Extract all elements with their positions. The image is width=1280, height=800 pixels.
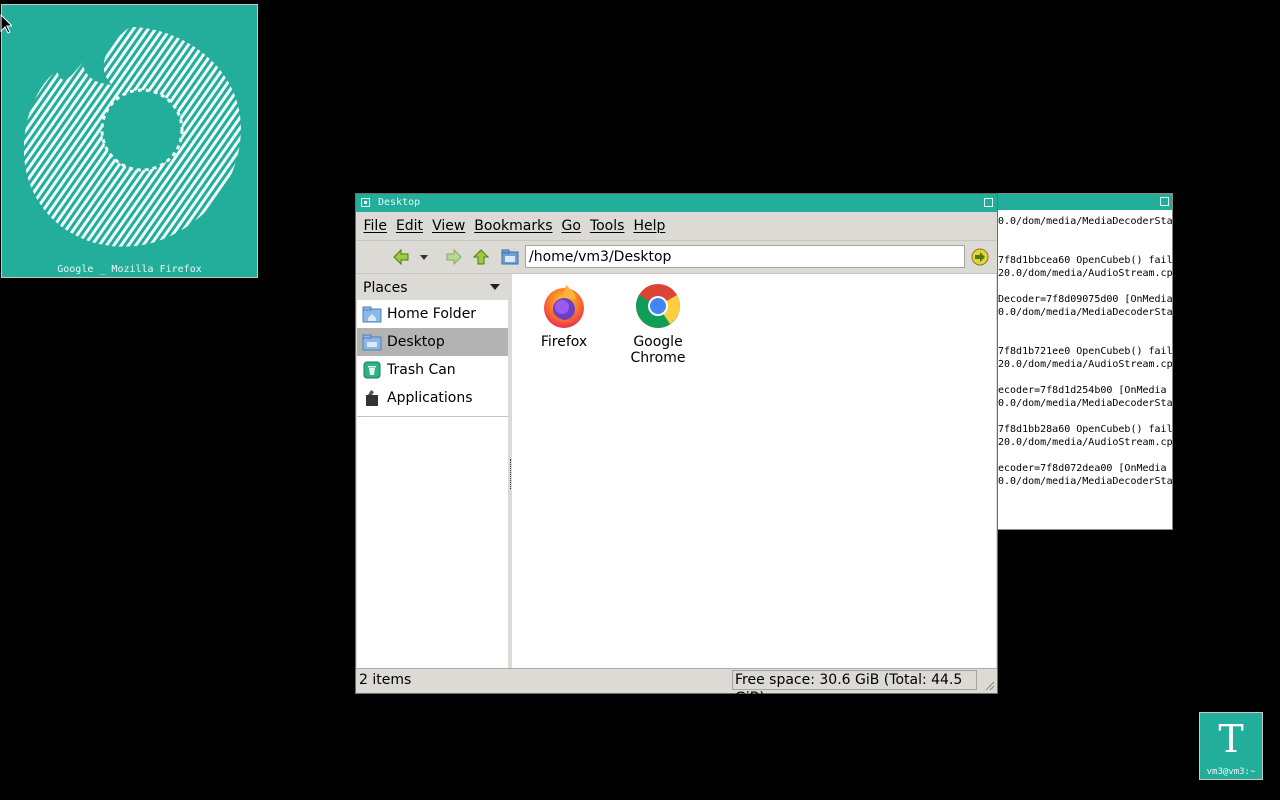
home-folder-icon: [362, 306, 382, 323]
maximize-icon[interactable]: [984, 198, 993, 207]
desktop-folder-icon: [362, 334, 382, 351]
menu-file[interactable]: File: [359, 218, 391, 234]
menu-tools[interactable]: Tools: [585, 218, 629, 234]
file-item-google-chrome[interactable]: Google Chrome: [618, 282, 698, 366]
firefox-minimized-icon[interactable]: Google _ Mozilla Firefox: [1, 4, 258, 278]
file-view[interactable]: Firefox Google Chrome: [512, 274, 996, 670]
terminal-line: 0.0/dom/media/MediaDecoderSta: [998, 476, 1173, 487]
terminal-titlebar[interactable]: [998, 194, 1172, 210]
place-home-folder[interactable]: Home Folder: [357, 300, 508, 328]
terminal-minimized-icon[interactable]: T vm3@vm3:~: [1199, 712, 1263, 780]
terminal-output: 0.0/dom/media/MediaDecoderSta 7f8d1bbcea…: [998, 210, 1172, 488]
mouse-cursor-icon: [0, 14, 12, 34]
terminal-line: 0.0/dom/media/MediaDecoderSta: [998, 216, 1173, 227]
file-item-firefox[interactable]: Firefox: [524, 282, 604, 350]
place-trash-can[interactable]: Trash Can: [357, 356, 508, 384]
trash-icon: [363, 361, 381, 379]
terminal-window[interactable]: 0.0/dom/media/MediaDecoderSta 7f8d1bbcea…: [997, 193, 1173, 530]
places-header[interactable]: Places: [357, 274, 508, 300]
file-label: Google Chrome: [630, 334, 686, 366]
go-arrow-icon[interactable]: [971, 248, 989, 266]
menu-help[interactable]: Help: [629, 218, 670, 234]
place-label: Trash Can: [387, 362, 456, 378]
forward-arrow-icon[interactable]: [445, 248, 463, 266]
file-label: Firefox: [540, 334, 588, 350]
menu-view[interactable]: View: [428, 218, 470, 234]
terminal-glyph-icon: T: [1218, 717, 1244, 761]
terminal-line: 7f8d1bb28a60 OpenCubeb() fail: [998, 424, 1173, 435]
place-applications[interactable]: Applications: [357, 384, 508, 412]
item-count: 2 items: [359, 672, 412, 688]
file-manager-window[interactable]: Desktop File Edit View Bookmarks Go Tool…: [355, 193, 998, 706]
free-space: Free space: 30.6 GiB (Total: 44.5 GiB): [732, 670, 977, 706]
place-label: Desktop: [387, 334, 445, 350]
maximize-icon[interactable]: [1160, 197, 1169, 206]
terminal-line: 0.0/dom/media/MediaDecoderSta: [998, 307, 1173, 318]
toolbar: [356, 240, 997, 274]
places-sidebar: Places Home Folder Desktop Trash Can App…: [357, 274, 508, 670]
history-dropdown-icon[interactable]: [418, 248, 430, 266]
window-title: Desktop: [378, 197, 421, 208]
sidebar-divider: [357, 416, 508, 417]
chevron-down-icon[interactable]: [490, 283, 500, 291]
terminal-line: ecoder=7f8d1d254b00 [OnMedia: [998, 385, 1167, 396]
place-desktop[interactable]: Desktop: [357, 328, 508, 356]
terminal-line: 0.0/dom/media/MediaDecoderSta: [998, 398, 1173, 409]
up-arrow-icon[interactable]: [472, 248, 490, 266]
location-input[interactable]: [525, 245, 965, 268]
places-label: Places: [363, 280, 408, 296]
terminal-line: 7f8d1b721ee0 OpenCubeb() fail: [998, 346, 1173, 357]
firefox-icon: [544, 285, 584, 328]
place-label: Home Folder: [387, 306, 477, 322]
back-arrow-icon[interactable]: [392, 248, 410, 266]
chrome-icon: [636, 284, 680, 328]
menu-edit[interactable]: Edit: [391, 218, 427, 234]
menu-bar: File Edit View Bookmarks Go Tools Help: [356, 212, 997, 240]
terminal-line: ecoder=7f8d072dea00 [OnMedia: [998, 463, 1167, 474]
terminal-line: 20.0/dom/media/AudioStream.cp: [998, 268, 1173, 279]
window-titlebar[interactable]: Desktop: [356, 194, 997, 212]
firefox-minimized-label: Google _ Mozilla Firefox: [57, 264, 202, 275]
terminal-line: 20.0/dom/media/AudioStream.cp: [998, 437, 1173, 448]
terminal-minimized-label: vm3@vm3:~: [1206, 767, 1256, 777]
terminal-line: 20.0/dom/media/AudioStream.cp: [998, 359, 1173, 370]
folder-location-icon[interactable]: [501, 248, 519, 266]
applications-icon: [366, 390, 378, 406]
terminal-line: 7f8d1bbcea60 OpenCubeb() fail: [998, 255, 1173, 266]
menu-bookmarks[interactable]: Bookmarks: [470, 218, 557, 234]
window-menu-icon[interactable]: [361, 198, 370, 207]
firefox-logo-icon: [23, 27, 241, 247]
menu-go[interactable]: Go: [557, 218, 585, 234]
terminal-line: Decoder=7f8d09075d00 [OnMedia: [998, 294, 1173, 305]
place-label: Applications: [387, 390, 473, 406]
resize-grip-icon[interactable]: [983, 679, 995, 691]
status-bar: 2 items Free space: 30.6 GiB (Total: 44.…: [356, 668, 997, 706]
